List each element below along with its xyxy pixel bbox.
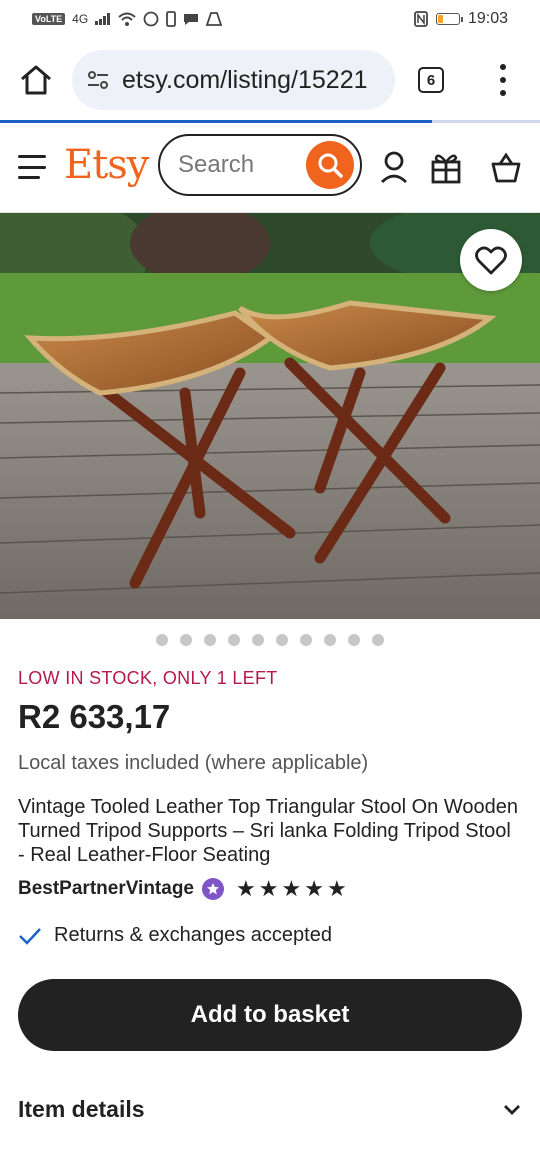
star-icon: ★ xyxy=(304,878,324,900)
chat-icon xyxy=(183,12,199,26)
basket-icon[interactable] xyxy=(490,150,522,184)
url-text: etsy.com/listing/15221 xyxy=(122,66,368,95)
gallery-dot[interactable] xyxy=(156,634,168,646)
gallery-dot[interactable] xyxy=(300,634,312,646)
rating-stars: ★★★★★ xyxy=(236,878,347,900)
volte-badge: VoLTE xyxy=(32,13,65,25)
favorite-button[interactable] xyxy=(460,229,522,291)
chevron-down-icon xyxy=(502,1103,522,1117)
search-input[interactable]: Search xyxy=(178,151,306,179)
battery-icon xyxy=(436,13,460,25)
gift-icon[interactable] xyxy=(430,150,462,184)
stool-photo xyxy=(0,213,540,619)
site-settings-icon[interactable] xyxy=(86,68,110,92)
gallery-dot[interactable] xyxy=(204,634,216,646)
product-price: R2 633,17 xyxy=(18,698,170,736)
status-time: 19:03 xyxy=(468,10,508,28)
product-title: Vintage Tooled Leather Top Triangular St… xyxy=(18,795,523,867)
search-icon xyxy=(316,151,344,179)
tax-note: Local taxes included (where applicable) xyxy=(18,752,368,775)
seller-name[interactable]: BestPartnerVintage xyxy=(18,878,194,900)
gallery-dot[interactable] xyxy=(348,634,360,646)
gallery-dot[interactable] xyxy=(252,634,264,646)
drive-icon xyxy=(206,12,222,26)
etsy-logo[interactable]: Etsy xyxy=(64,142,148,188)
gallery-dot[interactable] xyxy=(180,634,192,646)
browser-toolbar: etsy.com/listing/15221 6 xyxy=(0,42,540,120)
seller-row: BestPartnerVintage ★★★★★ xyxy=(18,878,347,900)
search-box[interactable]: Search xyxy=(158,134,362,196)
hamburger-menu-icon[interactable] xyxy=(18,155,46,179)
star-icon: ★ xyxy=(236,878,256,900)
gallery-indicator xyxy=(0,634,540,646)
gallery-dot[interactable] xyxy=(324,634,336,646)
site-header: Etsy Search xyxy=(0,126,540,213)
account-icon[interactable] xyxy=(378,150,410,184)
page-load-progress xyxy=(0,120,540,123)
status-icons: VoLTE 4G xyxy=(32,11,222,27)
item-details-toggle[interactable]: Item details xyxy=(18,1096,522,1123)
whatsapp-icon xyxy=(143,11,159,27)
gallery-dot[interactable] xyxy=(372,634,384,646)
returns-policy: Returns & exchanges accepted xyxy=(54,924,332,947)
more-menu-icon[interactable] xyxy=(496,64,510,96)
wifi-icon xyxy=(118,12,136,26)
search-button[interactable] xyxy=(306,141,354,189)
gallery-dot[interactable] xyxy=(276,634,288,646)
signal-icon xyxy=(95,13,111,25)
item-details-label: Item details xyxy=(18,1096,145,1123)
heart-icon xyxy=(475,245,507,275)
status-bar: VoLTE 4G 19:03 xyxy=(0,0,540,38)
tab-switcher-button[interactable]: 6 xyxy=(418,67,444,93)
returns-row: Returns & exchanges accepted xyxy=(18,924,332,947)
star-icon: ★ xyxy=(259,878,279,900)
nfc-icon xyxy=(414,11,428,27)
home-icon[interactable] xyxy=(18,62,54,98)
status-right: 19:03 xyxy=(414,10,508,28)
star-icon: ★ xyxy=(281,878,301,900)
add-to-basket-button[interactable]: Add to basket xyxy=(18,979,522,1051)
star-icon: ★ xyxy=(327,878,347,900)
address-bar[interactable]: etsy.com/listing/15221 xyxy=(72,50,395,110)
star-seller-badge-icon xyxy=(202,878,224,900)
product-image[interactable] xyxy=(0,213,540,619)
stock-notice: LOW IN STOCK, ONLY 1 LEFT xyxy=(18,668,278,689)
phone-icon xyxy=(166,11,176,27)
gallery-dot[interactable] xyxy=(228,634,240,646)
signal-label: 4G xyxy=(72,12,88,26)
check-icon xyxy=(18,926,42,946)
